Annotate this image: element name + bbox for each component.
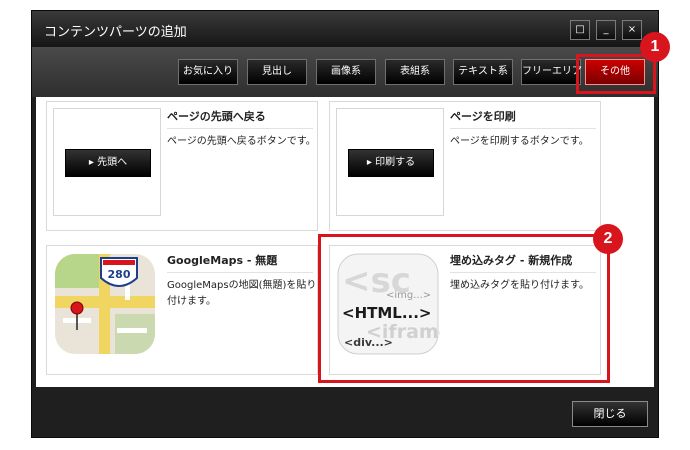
tab-text[interactable]: テキスト系 xyxy=(453,59,513,85)
part-title: ページを印刷 xyxy=(450,110,516,123)
tab-images[interactable]: 画像系 xyxy=(316,59,376,85)
close-window-button[interactable]: × xyxy=(622,20,642,40)
divider xyxy=(167,128,313,129)
annotation-highlight-2 xyxy=(318,234,610,383)
part-preview: ▸ 印刷する xyxy=(336,108,444,216)
annotation-badge-2: 2 xyxy=(593,224,623,254)
tab-tables[interactable]: 表組系 xyxy=(385,59,445,85)
part-card-google-maps[interactable]: 280 GoogleMaps - 無題 GoogleMapsの地図(無題)を貼り… xyxy=(46,245,318,375)
highway-number: 280 xyxy=(108,268,131,281)
divider xyxy=(167,272,313,273)
category-tabbar: お気に入り 見出し 画像系 表組系 テキスト系 フリーエリア その他 xyxy=(32,47,658,97)
part-description: ページを印刷するボタンです。 xyxy=(450,136,589,147)
minimize-button[interactable]: _ xyxy=(596,20,616,40)
map-icon: 280 xyxy=(55,254,155,354)
part-description: ページの先頭へ戻るボタンです。 xyxy=(167,136,316,147)
close-icon: × xyxy=(627,24,637,35)
close-button[interactable]: 閉じる xyxy=(572,401,648,427)
print-preview-button: ▸ 印刷する xyxy=(348,149,434,177)
maximize-button[interactable]: □ xyxy=(570,20,590,40)
part-card-print-page[interactable]: ▸ 印刷する ページを印刷 ページを印刷するボタンです。 xyxy=(329,101,601,231)
annotation-highlight-1 xyxy=(576,54,656,94)
tab-free-area[interactable]: フリーエリア xyxy=(521,59,582,85)
part-preview: 280 xyxy=(53,252,161,360)
part-description: GoogleMapsの地図(無題)を貼り付けます。 xyxy=(167,280,317,307)
part-title: GoogleMaps - 無題 xyxy=(167,254,278,267)
annotation-badge-1: 1 xyxy=(640,32,670,62)
part-title: ページの先頭へ戻る xyxy=(167,110,266,123)
tab-favorites[interactable]: お気に入り xyxy=(178,59,238,85)
maximize-icon: □ xyxy=(575,24,585,35)
minimize-icon: _ xyxy=(603,24,609,35)
part-preview: ▸ 先頭へ xyxy=(53,108,161,216)
part-card-back-to-top[interactable]: ▸ 先頭へ ページの先頭へ戻る ページの先頭へ戻るボタンです。 xyxy=(46,101,318,231)
divider xyxy=(450,128,596,129)
dialog-title: コンテンツパーツの追加 xyxy=(44,25,187,40)
dialog-titlebar: コンテンツパーツの追加 □ _ × xyxy=(32,11,658,47)
tab-headings[interactable]: 見出し xyxy=(247,59,307,85)
back-to-top-preview-button: ▸ 先頭へ xyxy=(65,149,151,177)
